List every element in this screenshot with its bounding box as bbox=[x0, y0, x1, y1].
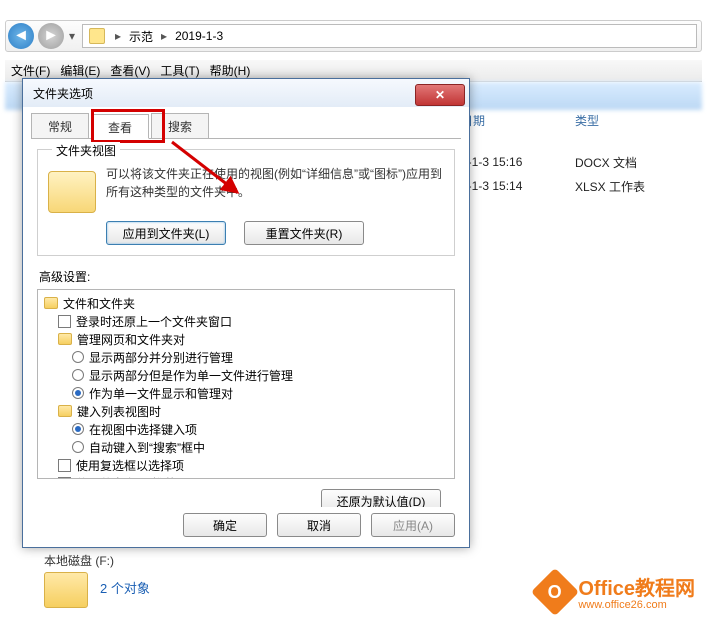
dialog-titlebar[interactable]: 文件夹选项 ✕ bbox=[23, 79, 469, 107]
tree-label: 显示两部分并分别进行管理 bbox=[89, 349, 233, 366]
tree-item-show-both-manage-sep[interactable]: 显示两部分并分别进行管理 bbox=[72, 348, 448, 366]
column-type[interactable]: 类型 bbox=[575, 112, 695, 129]
dialog-body: 文件夹视图 可以将该文件夹正在使用的视图(例如“详细信息”或“图标”)应用到所有… bbox=[23, 139, 469, 507]
restore-defaults-button[interactable]: 还原为默认值(D) bbox=[321, 489, 441, 507]
tree-item-single-file-manage[interactable]: 作为单一文件显示和管理对 bbox=[72, 384, 448, 402]
tree-label: 登录时还原上一个文件夹窗口 bbox=[76, 313, 232, 330]
apply-to-folders-button[interactable]: 应用到文件夹(L) bbox=[106, 221, 226, 245]
folder-icon bbox=[44, 297, 58, 309]
breadcrumb-sep-icon: ▸ bbox=[115, 29, 121, 43]
dialog-buttons: 确定 取消 应用(A) bbox=[183, 513, 455, 537]
nav-history-dropdown[interactable]: ▾ bbox=[66, 29, 78, 43]
menu-view[interactable]: 查看(V) bbox=[110, 62, 150, 79]
watermark-brand1: Office bbox=[578, 578, 635, 600]
folder-preview-icon bbox=[48, 171, 96, 213]
menu-edit[interactable]: 编辑(E) bbox=[60, 62, 100, 79]
folder-icon bbox=[89, 28, 105, 44]
tree-label: 键入列表视图时 bbox=[77, 403, 161, 420]
radio-icon[interactable] bbox=[72, 441, 84, 453]
table-row[interactable]: 0-1-3 15:16 DOCX 文档 bbox=[461, 150, 701, 174]
reset-folders-button[interactable]: 重置文件夹(R) bbox=[244, 221, 364, 245]
radio-icon[interactable] bbox=[72, 387, 84, 399]
folder-options-dialog: 文件夹选项 ✕ 常规 查看 搜索 文件夹视图 可以将该文件夹正在使用的视图(例如… bbox=[22, 78, 470, 548]
column-date[interactable]: 日期 bbox=[461, 112, 561, 129]
tree-item-checkbox-select[interactable]: 使用复选框以选择项 bbox=[58, 456, 448, 474]
ok-button[interactable]: 确定 bbox=[183, 513, 267, 537]
folder-view-group: 文件夹视图 可以将该文件夹正在使用的视图(例如“详细信息”或“图标”)应用到所有… bbox=[37, 149, 455, 256]
checkbox-icon[interactable] bbox=[58, 477, 71, 480]
radio-icon[interactable] bbox=[72, 423, 84, 435]
close-button[interactable]: ✕ bbox=[415, 84, 465, 106]
checkbox-icon[interactable] bbox=[58, 315, 71, 328]
tree-item-select-typed[interactable]: 在视图中选择键入项 bbox=[72, 420, 448, 438]
tree-label: 使用复选框以选择项 bbox=[76, 457, 184, 474]
cancel-button[interactable]: 取消 bbox=[277, 513, 361, 537]
file-list-rows: 0-1-3 15:16 DOCX 文档 0-1-3 15:14 XLSX 工作表 bbox=[461, 150, 701, 198]
explorer-nav-bar: ◄ ► ▾ ▸ 示范 ▸ 2019-1-3 bbox=[5, 20, 702, 52]
advanced-settings-label: 高级设置: bbox=[39, 268, 455, 285]
tree-label: 显示两部分但是作为单一文件进行管理 bbox=[89, 367, 293, 384]
tab-general[interactable]: 常规 bbox=[31, 113, 89, 138]
tree-item-sharing-wizard[interactable]: 使用共享向导(推荐) bbox=[58, 474, 448, 479]
nav-back-button[interactable]: ◄ bbox=[8, 23, 34, 49]
breadcrumb-seg-1[interactable]: 示范 bbox=[125, 28, 157, 45]
tree-group-files-folders: 文件和文件夹 bbox=[44, 294, 448, 312]
cell-type: XLSX 工作表 bbox=[575, 178, 695, 195]
tree-item-show-both-single[interactable]: 显示两部分但是作为单一文件进行管理 bbox=[72, 366, 448, 384]
cell-type: DOCX 文档 bbox=[575, 154, 695, 171]
watermark-brand2: 教程网 bbox=[635, 578, 695, 600]
tree-group-manage-pairs: 管理网页和文件夹对 bbox=[58, 330, 448, 348]
tab-search[interactable]: 搜索 bbox=[151, 113, 209, 138]
tree-item-restore-windows[interactable]: 登录时还原上一个文件夹窗口 bbox=[58, 312, 448, 330]
tab-strip: 常规 查看 搜索 bbox=[31, 113, 461, 139]
dialog-title: 文件夹选项 bbox=[33, 85, 415, 102]
menu-tools[interactable]: 工具(T) bbox=[160, 62, 199, 79]
table-row[interactable]: 0-1-3 15:14 XLSX 工作表 bbox=[461, 174, 701, 198]
tab-view[interactable]: 查看 bbox=[91, 114, 149, 139]
status-summary: 2 个对象 bbox=[100, 578, 150, 597]
checkbox-icon[interactable] bbox=[58, 459, 71, 472]
folder-icon bbox=[58, 333, 72, 345]
tree-item-type-to-search[interactable]: 自动键入到“搜索”框中 bbox=[72, 438, 448, 456]
watermark-url: www.office26.com bbox=[578, 599, 695, 611]
group-title: 文件夹视图 bbox=[52, 142, 120, 159]
tree-group-typing-list: 键入列表视图时 bbox=[58, 402, 448, 420]
advanced-settings-tree[interactable]: 文件和文件夹 登录时还原上一个文件夹窗口 管理网页和文件夹对 显示两部分并分别进… bbox=[37, 289, 455, 479]
radio-icon[interactable] bbox=[72, 351, 84, 363]
menu-help[interactable]: 帮助(H) bbox=[210, 62, 251, 79]
folder-large-icon bbox=[44, 572, 88, 608]
sidebar-item-local-disk[interactable]: 本地磁盘 (F:) bbox=[44, 552, 114, 569]
file-list-header: 日期 类型 bbox=[461, 112, 701, 129]
tree-label: 自动键入到“搜索”框中 bbox=[89, 439, 205, 456]
breadcrumb-seg-2[interactable]: 2019-1-3 bbox=[171, 29, 227, 43]
nav-forward-button[interactable]: ► bbox=[38, 23, 64, 49]
tree-label: 使用共享向导(推荐) bbox=[76, 475, 180, 480]
watermark-logo-icon: O bbox=[531, 567, 579, 615]
tree-label: 管理网页和文件夹对 bbox=[77, 331, 185, 348]
breadcrumb-sep-icon: ▸ bbox=[161, 29, 167, 43]
menu-file[interactable]: 文件(F) bbox=[11, 62, 50, 79]
tree-label: 在视图中选择键入项 bbox=[89, 421, 197, 438]
apply-button[interactable]: 应用(A) bbox=[371, 513, 455, 537]
tree-label: 作为单一文件显示和管理对 bbox=[89, 385, 233, 402]
cell-date: 0-1-3 15:14 bbox=[461, 179, 561, 193]
tree-label: 文件和文件夹 bbox=[63, 295, 135, 312]
group-description: 可以将该文件夹正在使用的视图(例如“详细信息”或“图标”)应用到所有这种类型的文… bbox=[106, 165, 444, 213]
radio-icon[interactable] bbox=[72, 369, 84, 381]
cell-date: 0-1-3 15:16 bbox=[461, 155, 561, 169]
address-bar[interactable]: ▸ 示范 ▸ 2019-1-3 bbox=[82, 24, 697, 48]
folder-icon bbox=[58, 405, 72, 417]
watermark: O Office教程网 www.office26.com bbox=[538, 572, 695, 611]
